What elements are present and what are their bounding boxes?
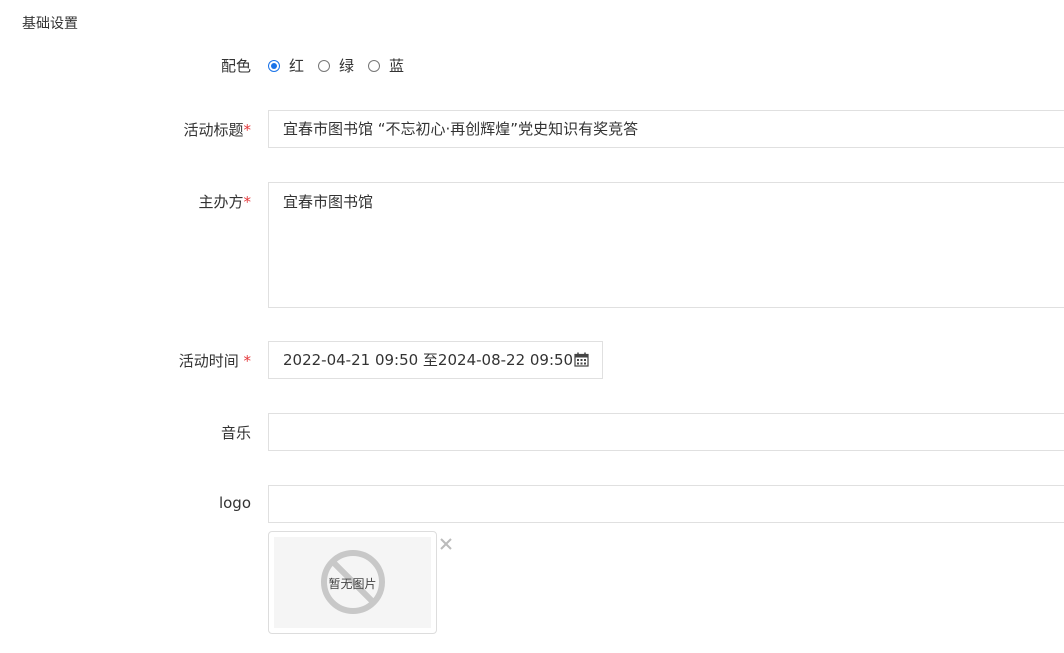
close-icon[interactable] (439, 537, 453, 551)
section-title: 基础设置 (22, 16, 78, 32)
radio-red[interactable]: 红 (268, 55, 304, 76)
radio-red-label: 红 (289, 57, 305, 75)
required-mark: * (243, 121, 252, 139)
calendar-icon[interactable] (574, 352, 589, 367)
radio-blue-label: 蓝 (389, 57, 405, 75)
no-image-placeholder: 暂无图片 (274, 537, 431, 628)
radio-blue[interactable]: 蓝 (368, 55, 404, 76)
radio-red-dot[interactable] (268, 59, 280, 72)
logo-upload-preview[interactable]: 暂无图片 (268, 531, 437, 634)
radio-blue-dot[interactable] (368, 59, 381, 72)
logo-label: logo (218, 494, 251, 512)
color-scheme-radio-group: 红 绿 蓝 (268, 55, 418, 76)
required-mark: * (243, 193, 252, 211)
organizer-label: 主办方* (198, 193, 252, 211)
organizer-textarea[interactable]: 宜春市图书馆 (268, 182, 1064, 308)
radio-green-dot[interactable] (318, 59, 331, 72)
radio-green[interactable]: 绿 (318, 55, 354, 76)
activity-time-value: 2022-04-21 09:50 至2024-08-22 09:50 (283, 351, 574, 369)
radio-green-label: 绿 (339, 57, 355, 75)
activity-time-label: 活动时间 * (178, 352, 252, 370)
activity-title-label: 活动标题* (183, 121, 252, 139)
activity-time-input[interactable]: 2022-04-21 09:50 至2024-08-22 09:50 (268, 341, 603, 379)
activity-title-input[interactable]: 宜春市图书馆 “不忘初心·再创辉煌”党史知识有奖竞答 (268, 110, 1064, 148)
color-scheme-label: 配色 (220, 57, 251, 75)
no-image-text: 暂无图片 (328, 577, 377, 591)
music-input[interactable] (268, 413, 1064, 451)
required-mark: * (243, 352, 252, 370)
music-label: 音乐 (220, 424, 251, 442)
logo-input[interactable] (268, 485, 1064, 523)
